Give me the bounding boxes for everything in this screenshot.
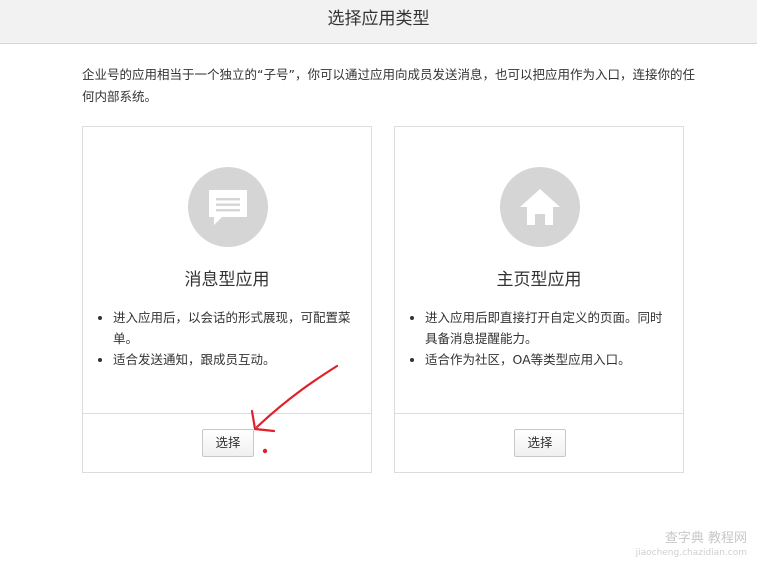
card-divider	[83, 413, 371, 414]
feature-item: 进入应用后即直接打开自定义的页面。同时具备消息提醒能力。	[425, 307, 671, 349]
feature-item: 适合发送通知，跟成员互动。	[113, 349, 359, 370]
message-app-card: 消息型应用 进入应用后，以会话的形式展现，可配置菜单。 适合发送通知，跟成员互动…	[82, 126, 372, 473]
home-icon	[500, 167, 580, 247]
feature-item: 适合作为社区，OA等类型应用入口。	[425, 349, 671, 370]
homepage-app-card: 主页型应用 进入应用后即直接打开自定义的页面。同时具备消息提醒能力。 适合作为社…	[394, 126, 684, 473]
page-header: 选择应用类型	[0, 0, 757, 44]
intro-text: 企业号的应用相当于一个独立的“子号”，你可以通过应用向成员发送消息，也可以把应用…	[82, 67, 695, 104]
watermark-url: jiaocheng.chazidian.com	[635, 548, 747, 558]
homepage-app-title: 主页型应用	[496, 270, 582, 290]
page-title: 选择应用类型	[327, 9, 430, 29]
feature-item: 进入应用后，以会话的形式展现，可配置菜单。	[113, 307, 359, 349]
select-homepage-app-button[interactable]: 选择	[514, 429, 566, 457]
select-message-app-button[interactable]: 选择	[202, 429, 254, 457]
message-app-features: 进入应用后，以会话的形式展现，可配置菜单。 适合发送通知，跟成员互动。	[97, 307, 359, 370]
card-divider	[395, 413, 683, 414]
watermark: 查字典 教程网 jiaocheng.chazidian.com	[636, 531, 747, 561]
chat-message-icon	[188, 167, 268, 247]
watermark-text: 查字典 教程网	[664, 531, 747, 546]
homepage-app-features: 进入应用后即直接打开自定义的页面。同时具备消息提醒能力。 适合作为社区，OA等类…	[409, 307, 671, 370]
message-app-title: 消息型应用	[184, 270, 270, 290]
